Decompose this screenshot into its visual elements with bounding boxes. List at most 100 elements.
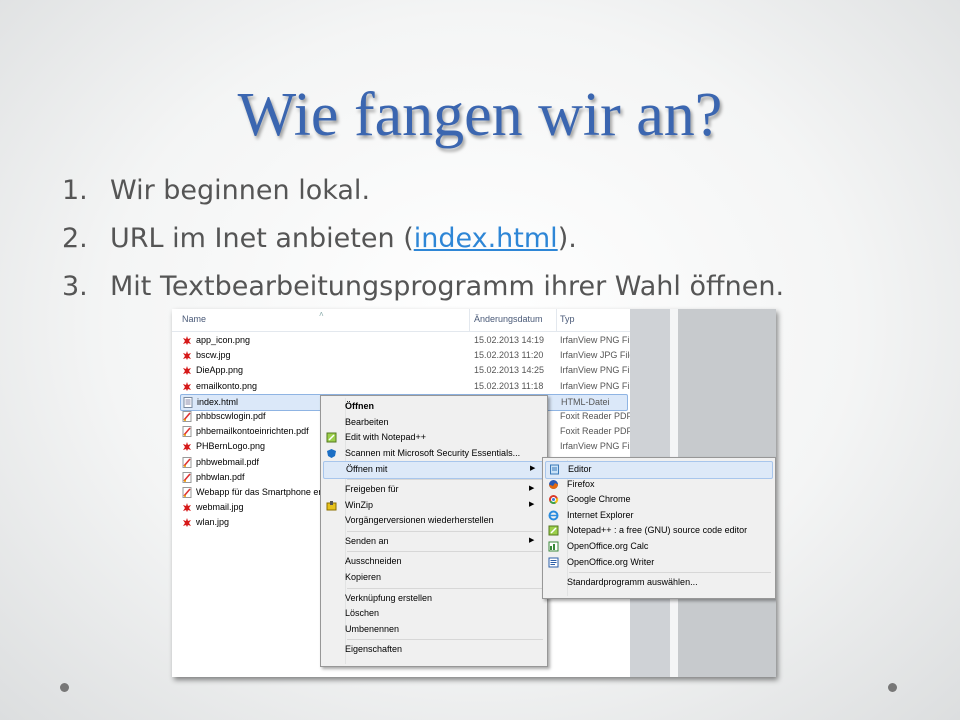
context-menu-item-label: Freigeben für	[345, 484, 399, 494]
bullet-item: 2. URL im Inet anbieten (index.html).	[62, 216, 784, 264]
firefox-icon	[548, 479, 559, 490]
column-type[interactable]: Typ	[560, 314, 575, 324]
open-with-item[interactable]: OpenOffice.org Writer	[545, 555, 771, 571]
open-with-item[interactable]: Google Chrome	[545, 492, 771, 508]
context-menu-item[interactable]: Kopieren	[323, 570, 543, 586]
open-with-item-label: Internet Explorer	[567, 509, 634, 520]
file-row[interactable]: DieApp.png 15.02.2013 14:25 IrfanView PNG …	[180, 363, 636, 378]
context-menu-item-label: Öffnen	[345, 401, 374, 411]
context-menu-item[interactable]: Öffnen mit ▶	[323, 461, 545, 480]
column-name[interactable]: Name	[182, 314, 206, 324]
bullet-text-end: ).	[557, 223, 577, 254]
index-html-link[interactable]: index.html	[414, 223, 558, 254]
context-menu-item-label: Kopieren	[345, 572, 382, 582]
submenu-arrow-icon: ▶	[530, 465, 536, 473]
slide-title: Wie fangen wir an?	[237, 81, 723, 149]
context-menu-item-label: Scannen mit Microsoft Security Essential…	[345, 447, 521, 458]
open-with-item[interactable]: Notepad++ : a free (GNU) source code edi…	[545, 523, 771, 539]
context-menu-item-label: Bearbeiten	[345, 416, 389, 427]
context-menu-item[interactable]: Vorgängerversionen wiederherstellen	[323, 513, 543, 529]
column-header: Name ˄ Änderungsdatum Typ	[172, 309, 630, 332]
context-menu-item[interactable]: Bearbeiten	[323, 415, 543, 431]
context-menu-item-label: Ausschneiden	[345, 556, 402, 567]
context-menu-item[interactable]: WinZip ▶	[323, 498, 543, 514]
file-date: 15.02.2013 14:19	[474, 335, 545, 345]
context-menu-item-label: Edit with Notepad++	[345, 432, 427, 443]
file-name: phbemailkontoeinrichten.pdf	[196, 426, 309, 437]
menu-separator	[347, 639, 543, 641]
open-with-item-label: OpenOffice.org Writer	[567, 556, 655, 567]
context-menu-item-label: Öffnen mit	[346, 464, 388, 475]
irfanview-icon	[182, 365, 192, 376]
pdf-icon	[182, 426, 192, 438]
irfanview-icon	[182, 517, 192, 528]
open-with-item[interactable]: Standardprogramm auswählen...	[545, 575, 771, 591]
file-row[interactable]: bscw.jpg 15.02.2013 11:20 IrfanView JPG Fi…	[180, 348, 634, 363]
context-menu-item[interactable]: Freigeben für ▶	[323, 482, 543, 498]
irfanview-icon	[182, 441, 192, 452]
bullet-text: Wir beginnen lokal.	[110, 175, 371, 206]
internet-explorer-icon	[548, 510, 559, 521]
irfanview-icon	[182, 335, 192, 346]
pdf-icon	[182, 471, 192, 483]
file-name: phbwebmail.pdf	[196, 456, 260, 467]
menu-separator	[569, 572, 771, 574]
context-menu-item[interactable]: Scannen mit Microsoft Security Essential…	[323, 446, 543, 462]
file-name: DieApp.png	[196, 365, 244, 376]
context-menu-item-label: Senden an	[345, 535, 389, 546]
bullet-number: 3.	[62, 271, 88, 302]
winzip-icon	[326, 500, 337, 511]
open-with-item[interactable]: Internet Explorer	[545, 508, 771, 524]
file-type: IrfanView PNG File	[560, 441, 637, 452]
open-with-item[interactable]: Firefox	[545, 477, 771, 493]
context-menu-item[interactable]: Edit with Notepad++	[323, 430, 543, 446]
file-name: wlan.jpg	[196, 517, 230, 528]
context-menu-item-label: Löschen	[345, 608, 380, 619]
file-date: 15.02.2013 11:18	[474, 380, 544, 391]
bullet-item: 3. Mit Textbearbeitungsprogramm ihrer Wah…	[62, 264, 784, 312]
open-with-item[interactable]: OpenOffice.org Calc	[545, 539, 771, 555]
file-type: IrfanView PNG File	[560, 380, 637, 391]
context-menu-item[interactable]: Ausschneiden	[323, 554, 543, 570]
menu-separator	[347, 551, 543, 553]
file-name: emailkonto.png	[196, 380, 258, 391]
context-menu-item[interactable]: Löschen	[323, 606, 543, 622]
bullet-list: 1. Wir beginnen lokal. 2. URL im Inet anbi…	[62, 168, 784, 312]
context-menu-item[interactable]: Verknüpfung erstellen	[323, 591, 543, 607]
submenu-arrow-icon: ▶	[529, 485, 535, 492]
context-menu-item[interactable]: Umbenennen	[323, 622, 543, 638]
pdf-icon	[182, 487, 192, 498]
menu-separator	[347, 479, 543, 480]
file-date: 15.02.2013 11:20	[474, 350, 544, 361]
file-type: IrfanView JPG File	[560, 350, 635, 361]
pdf-icon	[182, 456, 192, 468]
menu-separator	[347, 530, 543, 532]
notepad-icon	[549, 464, 560, 475]
column-date[interactable]: Änderungsdatum	[474, 314, 543, 324]
notepad-plus-icon	[548, 525, 559, 536]
context-menu-item-label: Umbenennen	[345, 623, 400, 634]
openoffice-calc-icon	[548, 541, 559, 552]
explorer-screenshot: Name ˄ Änderungsdatum Typ app_icon.png 15…	[172, 309, 776, 677]
open-with-item-label: Standardprogramm auswählen...	[567, 577, 698, 588]
submenu-arrow-icon: ▶	[529, 536, 535, 544]
context-menu-item-label: Eigenschaften	[345, 644, 403, 655]
context-menu-item[interactable]: Senden an ▶	[323, 534, 543, 550]
irfanview-icon	[182, 381, 192, 392]
file-name: phbwlan.pdf	[196, 471, 245, 482]
context-menu-item[interactable]: Eigenschaften	[323, 642, 543, 658]
file-name: bscw.jpg	[196, 350, 231, 361]
bullet-number: 1.	[62, 175, 88, 206]
context-menu-item[interactable]: Öffnen	[323, 399, 543, 415]
bullet-number: 2.	[62, 223, 88, 254]
nav-dot-left	[60, 683, 69, 692]
context-menu-item-label: WinZip	[345, 499, 374, 510]
open-with-item-label: Firefox	[567, 478, 595, 489]
bullet-text: Mit Textbearbeitungsprogramm ihrer Wahl …	[110, 271, 785, 302]
file-row[interactable]: emailkonto.png 15.02.2013 11:18 IrfanView …	[180, 379, 636, 394]
context-menu: Öffnen Bearbeiten Edit with Notepad++ Scann…	[320, 395, 548, 667]
context-menu-item-label: Verknüpfung erstellen	[345, 592, 433, 603]
sort-arrow-icon: ˄	[319, 310, 324, 319]
openoffice-writer-icon	[548, 557, 559, 568]
file-row[interactable]: app_icon.png 15.02.2013 14:19 IrfanView PN…	[180, 333, 636, 348]
